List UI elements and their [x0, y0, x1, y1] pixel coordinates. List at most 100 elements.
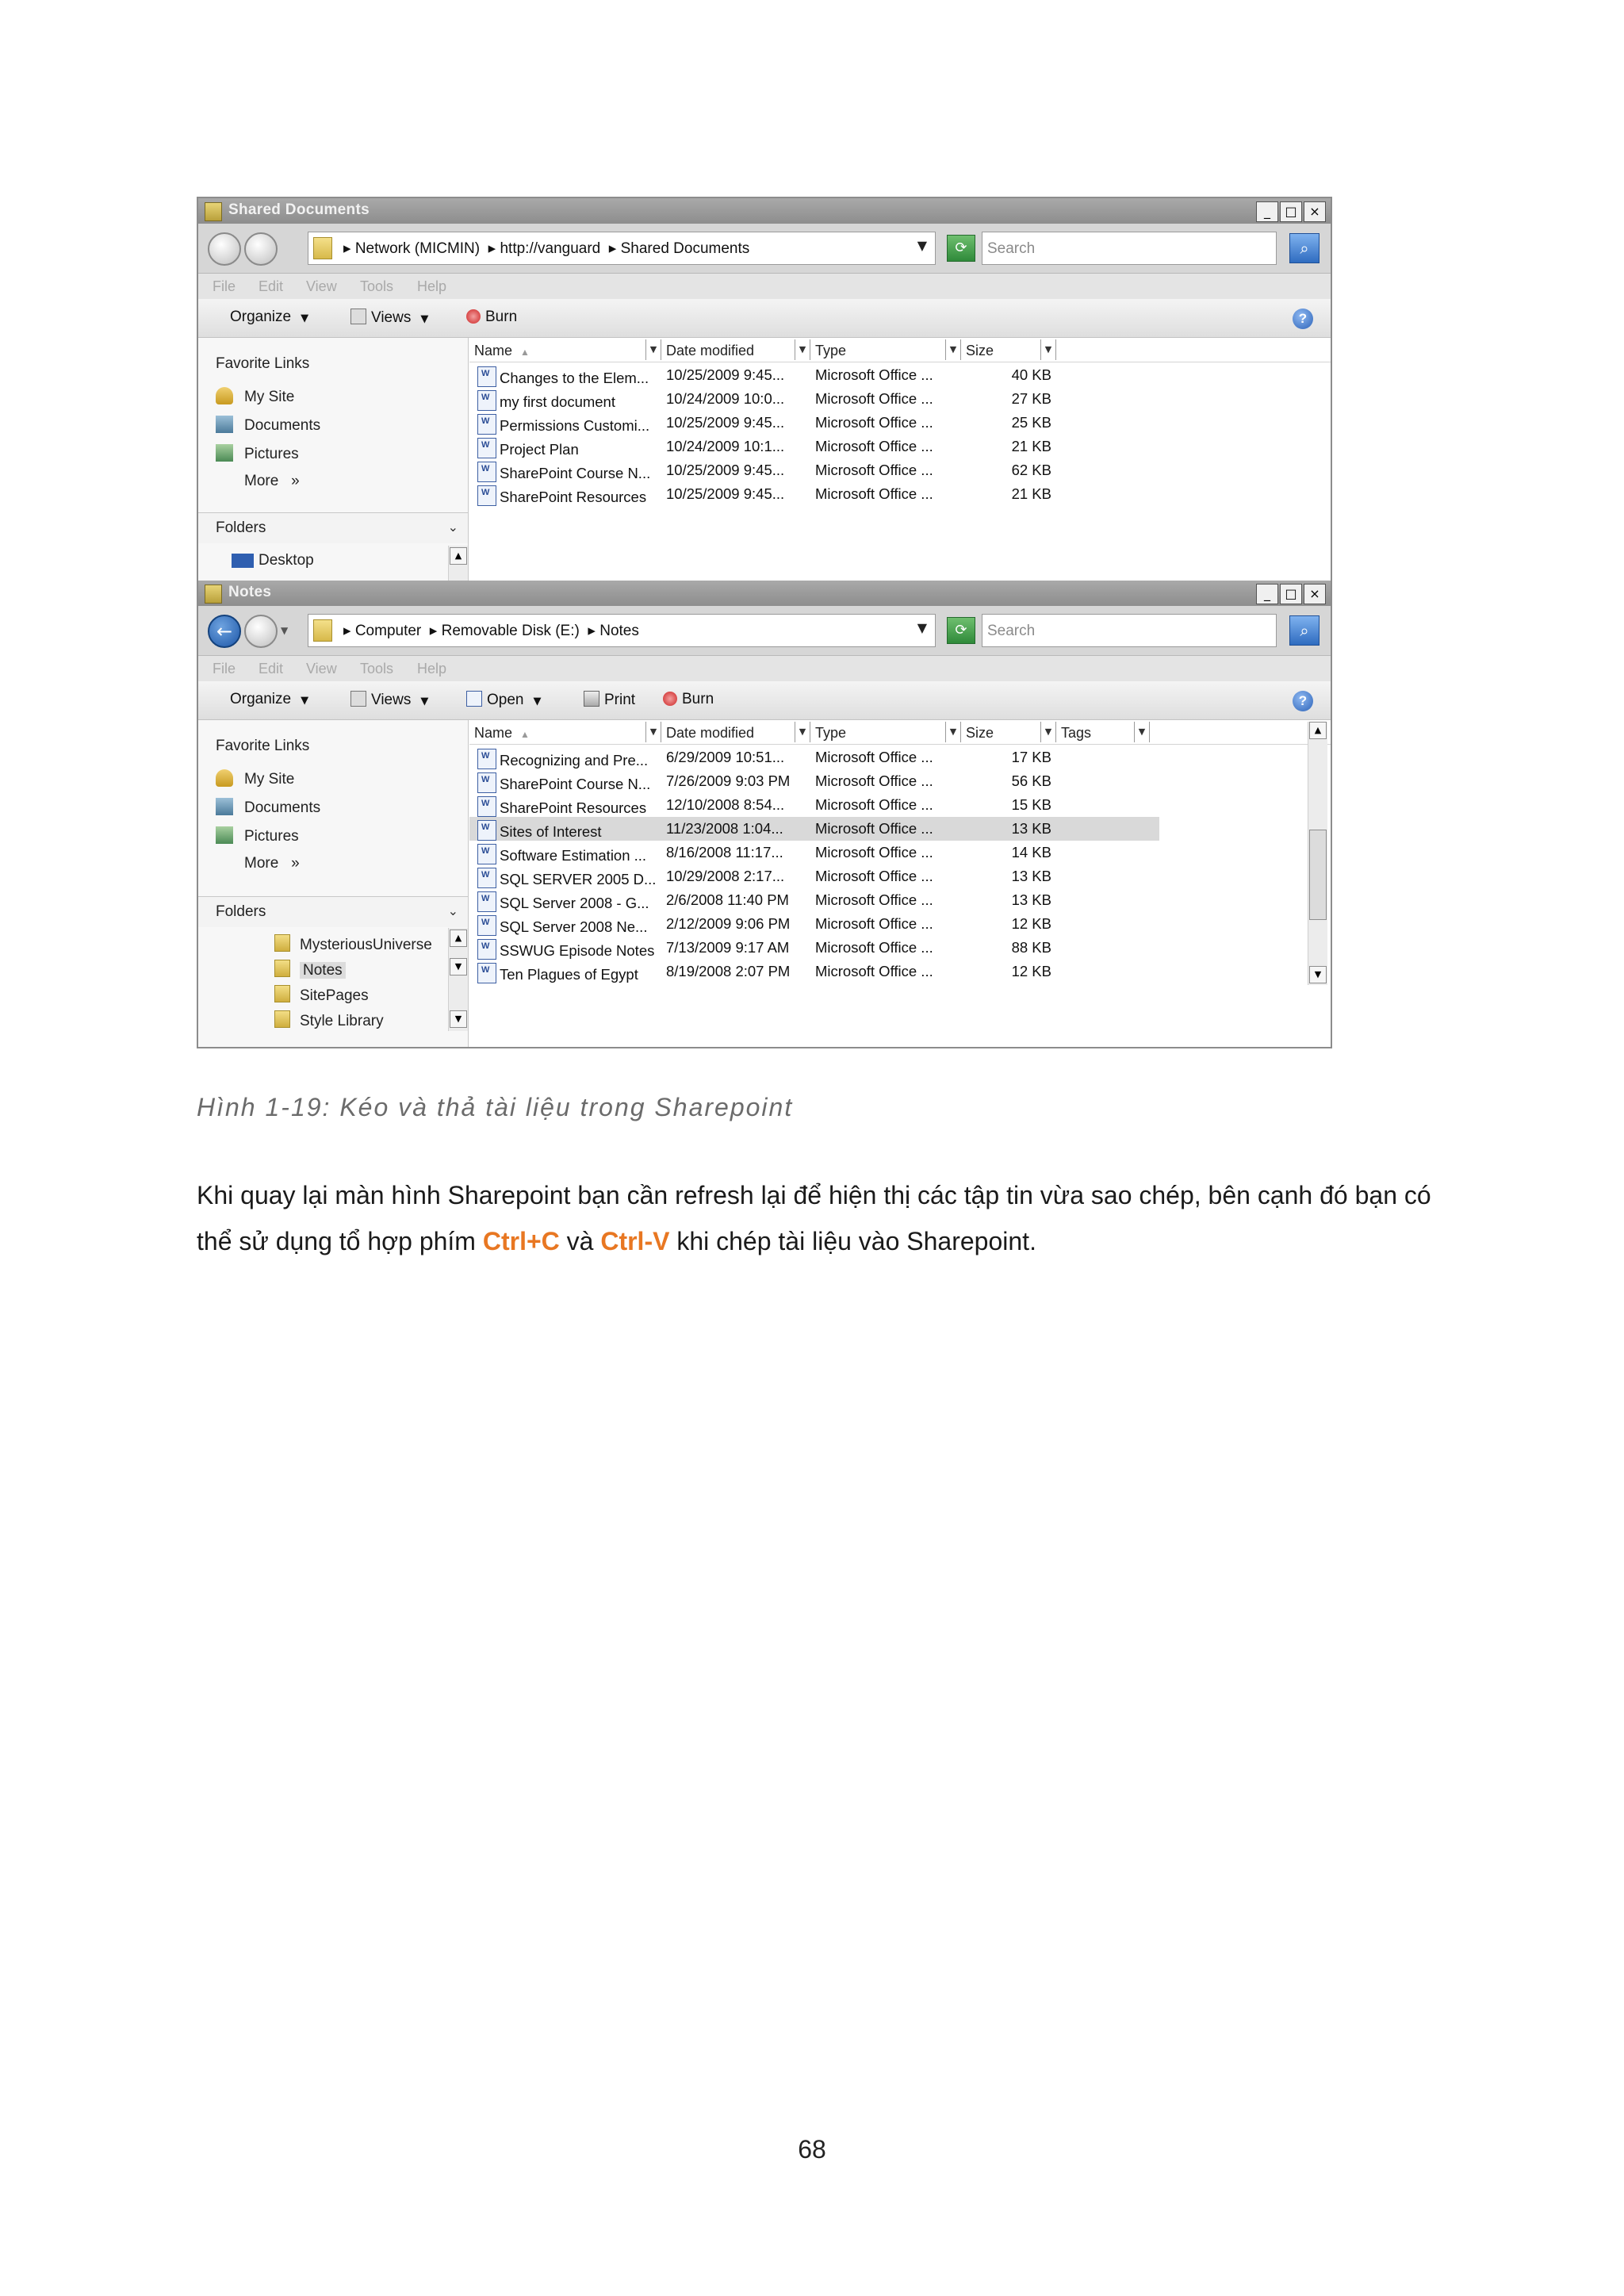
burn-button[interactable]: Burn — [663, 691, 714, 708]
views-button[interactable]: Views ▼ — [350, 691, 428, 709]
nav-pictures[interactable]: Pictures — [216, 444, 299, 463]
forward-button[interactable] — [244, 232, 278, 266]
column-filter-dropdown[interactable]: ▼ — [795, 722, 810, 742]
scroll-down-arrow: ▼ — [450, 958, 467, 976]
forward-button[interactable] — [244, 615, 278, 648]
table-row[interactable]: Project Plan 10/24/2009 10:1... Microsof… — [469, 435, 1183, 458]
back-button[interactable] — [208, 232, 241, 266]
table-row[interactable]: Ten Plagues of Egypt 8/19/2008 2:07 PM M… — [469, 960, 1159, 983]
folder-icon — [313, 237, 332, 259]
table-row[interactable]: SSWUG Episode Notes 7/13/2009 9:17 AM Mi… — [469, 936, 1159, 960]
maximize-button[interactable]: □ — [1280, 584, 1302, 604]
refresh-button[interactable]: ⟳ — [947, 617, 975, 644]
menu-file[interactable]: File — [213, 278, 236, 295]
nav-pictures[interactable]: Pictures — [216, 826, 299, 845]
file-date: 7/13/2009 9:17 AM — [666, 939, 790, 956]
table-row[interactable]: SharePoint Resources 12/10/2008 8:54... … — [469, 793, 1159, 817]
column-date-modified[interactable]: Date modified — [666, 725, 754, 742]
menu-view[interactable]: View — [306, 278, 337, 295]
address-bar[interactable]: ▸ Network (MICMIN) ▸ http://vanguard ▸ S… — [308, 232, 936, 265]
column-filter-dropdown[interactable]: ▼ — [645, 722, 661, 742]
chevron-down-icon[interactable]: ▼ — [917, 620, 927, 635]
open-button[interactable]: Open ▼ — [466, 691, 541, 709]
chevron-down-icon[interactable]: ▼ — [917, 238, 927, 253]
file-name: Project Plan — [477, 438, 661, 458]
table-row[interactable]: my first document 10/24/2009 10:0... Mic… — [469, 387, 1183, 411]
table-row[interactable]: SQL Server 2008 Ne... 2/12/2009 9:06 PM … — [469, 912, 1159, 936]
folder-scrollbar[interactable]: ▲ ▼ ▼ — [448, 928, 468, 1031]
refresh-button[interactable]: ⟳ — [947, 235, 975, 262]
nav-more[interactable]: More » — [244, 473, 300, 490]
nav-documents[interactable]: Documents — [216, 798, 320, 817]
table-row[interactable]: SharePoint Course N... 10/25/2009 9:45..… — [469, 458, 1183, 482]
column-name[interactable]: Name ▲ — [474, 343, 530, 359]
menu-tools[interactable]: Tools — [360, 661, 393, 677]
folder-scrollbar[interactable]: ▲ — [448, 546, 468, 581]
nav-more[interactable]: More » — [244, 855, 300, 872]
file-date: 7/26/2009 9:03 PM — [666, 772, 791, 789]
column-filter-dropdown[interactable]: ▼ — [1040, 339, 1056, 360]
organize-button[interactable]: Organize ▼ — [230, 691, 308, 708]
burn-button[interactable]: Burn — [466, 309, 517, 326]
table-row[interactable]: SQL SERVER 2005 D... 10/29/2008 2:17... … — [469, 864, 1159, 888]
column-type[interactable]: Type — [815, 343, 846, 359]
table-row[interactable]: SharePoint Course N... 7/26/2009 9:03 PM… — [469, 769, 1159, 793]
column-size[interactable]: Size — [966, 343, 994, 359]
menu-help[interactable]: Help — [417, 278, 446, 295]
search-icon[interactable]: ⌕ — [1289, 233, 1320, 263]
column-tags[interactable]: Tags — [1061, 725, 1091, 742]
table-row[interactable]: Recognizing and Pre... 6/29/2009 10:51..… — [469, 746, 1159, 769]
table-row[interactable]: SQL Server 2008 - G... 2/6/2008 11:40 PM… — [469, 888, 1159, 912]
help-icon[interactable]: ? — [1293, 691, 1313, 711]
folder-tree-item-selected[interactable]: Notes — [274, 960, 346, 979]
folder-tree-item[interactable]: MysteriousUniverse — [274, 934, 432, 954]
folder-tree-item[interactable]: SitePages — [274, 985, 369, 1005]
column-filter-dropdown[interactable]: ▼ — [795, 339, 810, 360]
search-input[interactable]: Search — [982, 232, 1277, 265]
nav-my-site[interactable]: My Site — [216, 769, 294, 788]
views-button[interactable]: Views ▼ — [350, 309, 428, 327]
column-filter-dropdown[interactable]: ▼ — [1040, 722, 1056, 742]
folder-tree-item[interactable]: Desktop — [232, 552, 314, 569]
help-icon[interactable]: ? — [1293, 309, 1313, 329]
folders-header[interactable]: Folders ⌄ — [198, 896, 468, 927]
menu-edit[interactable]: Edit — [259, 661, 283, 677]
back-button[interactable]: ← — [208, 615, 241, 648]
nav-my-site[interactable]: My Site — [216, 387, 294, 406]
recent-pages-dropdown[interactable]: ▼ — [281, 625, 288, 636]
table-row[interactable]: Changes to the Elem... 10/25/2009 9:45..… — [469, 363, 1183, 387]
nav-documents[interactable]: Documents — [216, 416, 320, 435]
maximize-button[interactable]: □ — [1280, 201, 1302, 222]
column-filter-dropdown[interactable]: ▼ — [945, 339, 961, 360]
folders-header[interactable]: Folders ⌄ — [198, 512, 468, 543]
file-list-scrollbar[interactable]: ▲ ▼ — [1308, 722, 1327, 985]
menu-tools[interactable]: Tools — [360, 278, 393, 295]
chevron-down-icon: ⌄ — [447, 903, 458, 918]
column-date-modified[interactable]: Date modified — [666, 343, 754, 359]
print-button[interactable]: Print — [584, 691, 635, 709]
table-row[interactable]: Permissions Customi... 10/25/2009 9:45..… — [469, 411, 1183, 435]
close-button[interactable]: × — [1304, 201, 1326, 222]
folder-tree-item[interactable]: Style Library — [274, 1010, 384, 1030]
column-name[interactable]: Name ▲ — [474, 725, 530, 742]
menu-file[interactable]: File — [213, 661, 236, 677]
address-bar[interactable]: ▸ Computer ▸ Removable Disk (E:) ▸ Notes… — [308, 614, 936, 647]
column-size[interactable]: Size — [966, 725, 994, 742]
minimize-button[interactable]: _ — [1256, 584, 1278, 604]
column-filter-dropdown[interactable]: ▼ — [645, 339, 661, 360]
table-row-selected[interactable]: Sites of Interest 11/23/2008 1:04... Mic… — [469, 817, 1159, 841]
column-filter-dropdown[interactable]: ▼ — [1134, 722, 1150, 742]
menu-view[interactable]: View — [306, 661, 337, 677]
menu-edit[interactable]: Edit — [259, 278, 283, 295]
close-button[interactable]: × — [1304, 584, 1326, 604]
search-icon[interactable]: ⌕ — [1289, 615, 1320, 646]
column-type[interactable]: Type — [815, 725, 846, 742]
column-filter-dropdown[interactable]: ▼ — [945, 722, 961, 742]
table-row[interactable]: Software Estimation ... 8/16/2008 11:17.… — [469, 841, 1159, 864]
search-input[interactable]: Search — [982, 614, 1277, 647]
organize-button[interactable]: Organize ▼ — [230, 309, 308, 326]
menu-help[interactable]: Help — [417, 661, 446, 677]
title-bar: Shared Documents _ □ × — [198, 198, 1331, 224]
table-row[interactable]: SharePoint Resources 10/25/2009 9:45... … — [469, 482, 1183, 506]
minimize-button[interactable]: _ — [1256, 201, 1278, 222]
